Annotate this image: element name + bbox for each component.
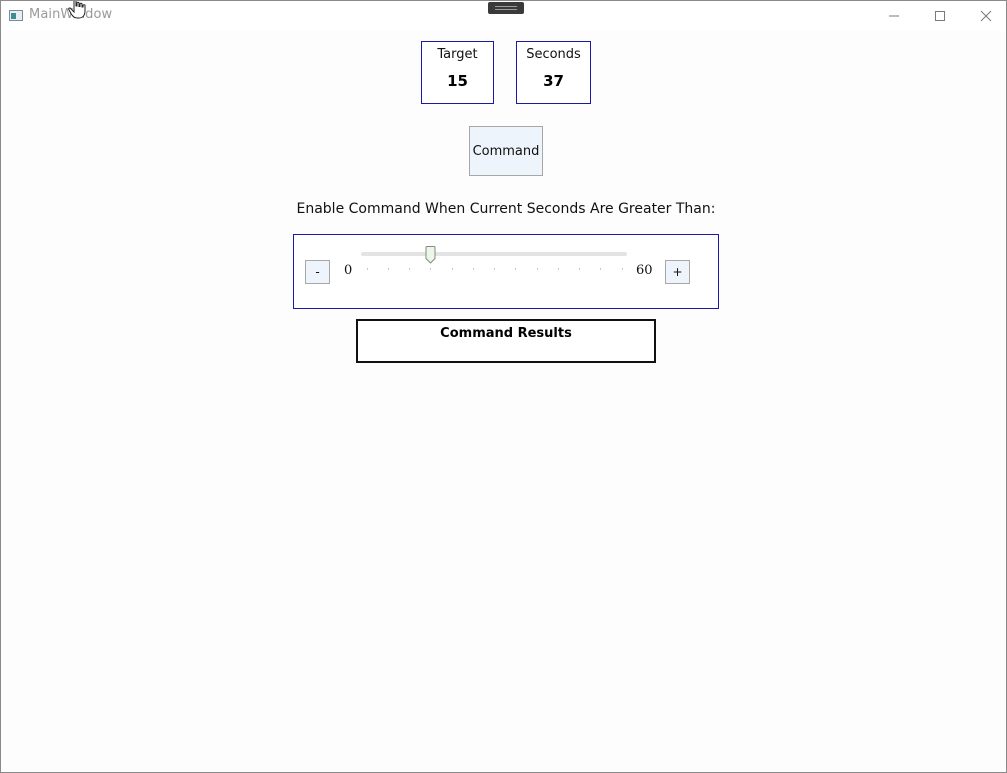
maximize-icon xyxy=(935,11,945,21)
slider-max-label: 60 xyxy=(636,263,653,278)
slider-ticks xyxy=(361,268,627,270)
target-label: Target xyxy=(437,47,478,62)
slider-tick xyxy=(387,268,389,270)
slider-tick xyxy=(600,268,602,270)
slider-min-label: 0 xyxy=(344,263,353,278)
target-value: 15 xyxy=(447,72,468,90)
command-results-box: Command Results xyxy=(356,319,656,363)
minimize-button[interactable] xyxy=(871,1,917,31)
main-window: MainWindow Target 15 Seconds 37 Command … xyxy=(0,0,1007,773)
threshold-slider-panel: - 0 60 + xyxy=(293,234,719,309)
slider-tick xyxy=(621,268,623,270)
slider-tick xyxy=(472,268,474,270)
command-button[interactable]: Command xyxy=(469,126,543,176)
enable-threshold-label: Enable Command When Current Seconds Are … xyxy=(296,201,716,217)
hand-cursor-icon xyxy=(68,1,86,19)
slider-tick xyxy=(409,268,410,270)
increment-button[interactable]: + xyxy=(665,260,690,284)
slider-tick xyxy=(366,268,368,270)
seconds-card: Seconds 37 xyxy=(516,41,591,104)
slider-track[interactable] xyxy=(361,252,627,256)
drag-handle-icon[interactable] xyxy=(488,2,524,14)
slider-tick xyxy=(430,268,432,270)
slider-tick xyxy=(451,268,453,270)
seconds-value: 37 xyxy=(543,72,564,90)
minimize-icon xyxy=(889,15,899,17)
slider-thumb[interactable] xyxy=(425,246,436,264)
app-window-icon xyxy=(9,10,23,21)
title-bar[interactable]: MainWindow xyxy=(1,1,1006,31)
slider-tick xyxy=(515,268,517,270)
seconds-label: Seconds xyxy=(526,47,581,62)
target-card: Target 15 xyxy=(421,41,494,104)
maximize-button[interactable] xyxy=(917,1,963,31)
slider-tick xyxy=(494,268,495,270)
close-icon xyxy=(980,10,992,22)
slider-tick xyxy=(557,268,559,270)
decrement-button[interactable]: - xyxy=(305,260,330,284)
slider-tick xyxy=(536,268,538,270)
command-results-title: Command Results xyxy=(440,326,572,341)
slider-tick xyxy=(579,268,580,270)
close-button[interactable] xyxy=(963,1,1006,31)
